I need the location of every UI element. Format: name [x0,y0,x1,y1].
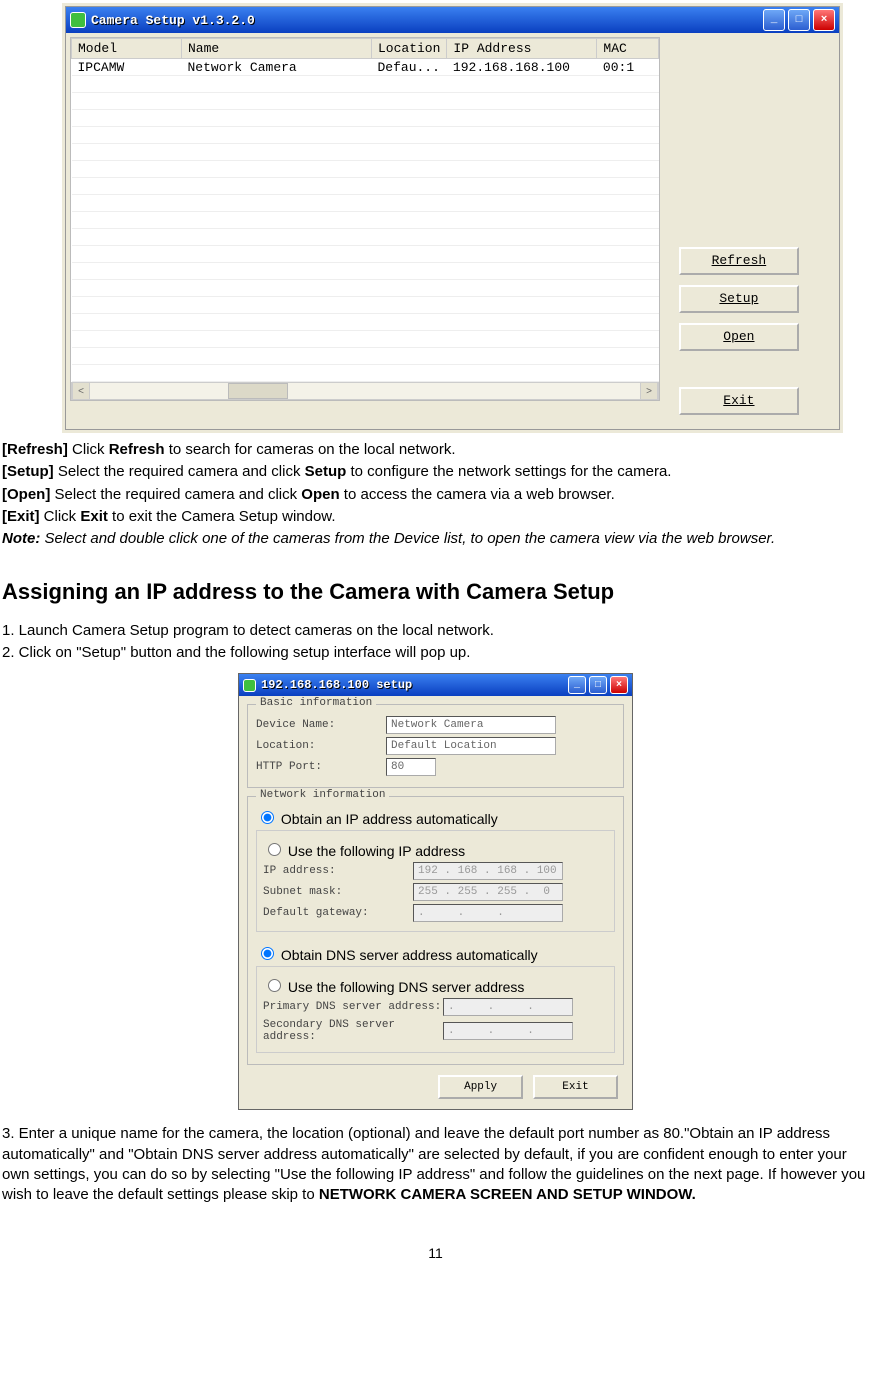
scroll-left-icon[interactable]: < [72,383,90,399]
secondary-dns-input [443,1022,573,1040]
exit-button-2[interactable]: Exit [533,1075,618,1099]
table-row[interactable]: IPCAMW Network Camera Defau... 192.168.1… [72,59,659,76]
close-button[interactable]: × [610,676,628,694]
radio-use-dns[interactable] [268,979,281,992]
scroll-thumb[interactable] [228,383,288,399]
open-button[interactable]: Open [679,323,799,351]
maximize-button[interactable]: □ [788,9,810,31]
refresh-button[interactable]: Refresh [679,247,799,275]
subnet-mask-input [413,883,563,901]
gateway-input [413,904,563,922]
label-subnet: Subnet mask: [263,886,413,898]
step-1: 1. Launch Camera Setup program to detect… [2,621,869,641]
label-gateway: Default gateway: [263,907,413,919]
doc-section-1: [Refresh] Click Refresh to search for ca… [0,440,871,663]
group-legend-network: Network information [256,789,389,801]
close-button[interactable]: × [813,9,835,31]
label-secondary-dns: Secondary DNS server address: [263,1019,443,1043]
exit-button[interactable]: Exit [679,387,799,415]
static-dns-group: Use the following DNS server address Pri… [256,966,615,1053]
label-exit: [Exit] [2,508,40,525]
network-info-group: Network information Obtain an IP address… [247,796,624,1065]
col-location[interactable]: Location [372,39,447,59]
label-http-port: HTTP Port: [256,761,386,773]
ip-address-input [413,862,563,880]
http-port-input[interactable] [386,758,436,776]
primary-dns-input [443,998,573,1016]
window-titlebar-2: 192.168.168.100 setup _ □ × [239,674,632,696]
ip-setup-window: 192.168.168.100 setup _ □ × Basic inform… [238,673,633,1110]
section-heading: Assigning an IP address to the Camera wi… [2,577,869,607]
col-mac[interactable]: MAC [597,39,659,59]
label-location: Location: [256,740,386,752]
label-note: Note: [2,530,40,547]
maximize-button[interactable]: □ [589,676,607,694]
label-ip: IP address: [263,865,413,877]
col-name[interactable]: Name [182,39,372,59]
col-model[interactable]: Model [72,39,182,59]
setup-button[interactable]: Setup [679,285,799,313]
h-scrollbar[interactable]: < > [71,382,659,400]
label-setup: [Setup] [2,463,54,480]
device-name-input[interactable] [386,716,556,734]
radio-use-ip[interactable] [268,843,281,856]
label-refresh: [Refresh] [2,441,68,458]
minimize-button[interactable]: _ [568,676,586,694]
window-title: Camera Setup v1.3.2.0 [91,13,255,28]
label-open: [Open] [2,486,50,503]
radio-obtain-ip-auto[interactable] [261,811,274,824]
page-number: 11 [0,1245,871,1261]
app-icon [70,12,86,28]
basic-info-group: Basic information Device Name: Location:… [247,704,624,788]
doc-section-2: 3. Enter a unique name for the camera, t… [0,1124,871,1205]
device-table[interactable]: Model Name Location IP Address MAC IPCAM… [70,37,660,401]
group-legend-basic: Basic information [256,697,376,709]
label-device-name: Device Name: [256,719,386,731]
app-icon [243,679,256,692]
minimize-button[interactable]: _ [763,9,785,31]
label-primary-dns: Primary DNS server address: [263,1001,443,1013]
window-title-2: 192.168.168.100 setup [261,678,412,692]
scroll-right-icon[interactable]: > [640,383,658,399]
location-input[interactable] [386,737,556,755]
col-ip[interactable]: IP Address [447,39,597,59]
camera-setup-window: Camera Setup v1.3.2.0 _ □ × Model Name L… [65,6,840,430]
window-titlebar: Camera Setup v1.3.2.0 _ □ × [66,7,839,33]
step-2: 2. Click on "Setup" button and the follo… [2,643,869,663]
apply-button[interactable]: Apply [438,1075,523,1099]
static-ip-group: Use the following IP address IP address:… [256,830,615,932]
radio-obtain-dns-auto[interactable] [261,947,274,960]
